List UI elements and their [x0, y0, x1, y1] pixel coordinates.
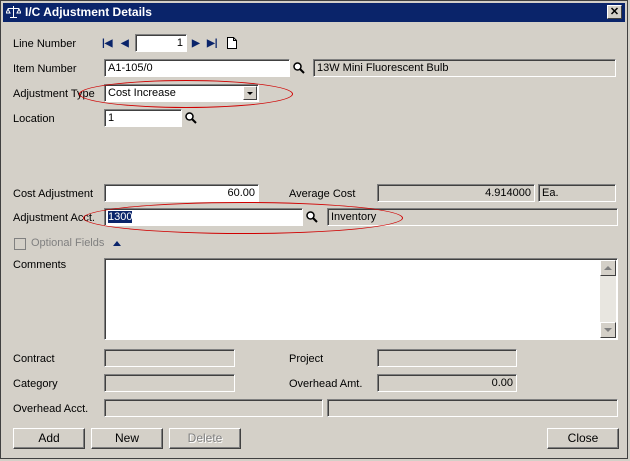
average-cost-label: Average Cost [289, 188, 356, 200]
scroll-up-button[interactable] [600, 260, 616, 276]
adjustment-acct-input[interactable]: 1300 [104, 208, 303, 226]
overhead-amt-label: Overhead Amt. [289, 378, 363, 390]
location-label: Location [13, 113, 55, 125]
chevron-up-icon[interactable] [112, 239, 122, 247]
line-number-input[interactable]: 1 [135, 34, 187, 52]
chevron-down-icon[interactable] [243, 86, 257, 100]
optional-fields-checkbox[interactable] [14, 238, 26, 250]
scales-icon [6, 6, 21, 18]
account-search-icon[interactable] [305, 210, 319, 224]
average-cost-field: 4.914000 [377, 184, 535, 202]
category-label: Category [13, 378, 58, 390]
comments-label: Comments [13, 259, 67, 271]
overhead-acct-field [104, 399, 323, 417]
scroll-down-button[interactable] [600, 322, 616, 338]
first-record-icon[interactable]: |◀ [102, 38, 113, 50]
comments-textarea[interactable] [104, 258, 618, 340]
item-number-input[interactable]: A1-105/0 [104, 59, 290, 77]
close-window-button[interactable]: ✕ [607, 5, 622, 19]
project-label: Project [289, 353, 324, 365]
adjustment-acct-label: Adjustment Acct. [13, 212, 95, 224]
new-button[interactable]: New [91, 428, 163, 449]
unit-field: Ea. [538, 184, 616, 202]
window-title: I/C Adjustment Details [25, 5, 152, 19]
line-number-label: Line Number [13, 38, 76, 50]
item-number-label: Item Number [13, 63, 77, 75]
adjustment-type-select[interactable]: Cost Increase [104, 84, 259, 102]
item-description-field: 13W Mini Fluorescent Bulb [313, 59, 616, 77]
category-field [104, 374, 235, 392]
add-button[interactable]: Add [13, 428, 85, 449]
overhead-acct-description-field [327, 399, 618, 417]
location-input[interactable]: 1 [104, 109, 182, 127]
adjustment-type-value: Cost Increase [108, 87, 176, 99]
project-field [377, 349, 517, 367]
close-button[interactable]: Close [547, 428, 619, 449]
adjustment-acct-value: 1300 [108, 211, 133, 223]
overhead-amt-field: 0.00 [377, 374, 517, 392]
adjustment-details-window: I/C Adjustment Details ✕ Line Number |◀ … [0, 0, 628, 459]
search-icon[interactable] [292, 61, 306, 75]
new-document-icon[interactable] [227, 37, 237, 49]
last-record-icon[interactable]: ▶| [207, 38, 218, 50]
overhead-acct-label: Overhead Acct. [13, 403, 89, 415]
previous-record-icon[interactable]: ◀ [121, 38, 129, 50]
delete-button[interactable]: Delete [169, 428, 241, 449]
cost-adjustment-input[interactable]: 60.00 [104, 184, 259, 202]
title-bar: I/C Adjustment Details ✕ [3, 3, 625, 22]
adjustment-type-label: Adjustment Type [13, 88, 95, 100]
contract-label: Contract [13, 353, 55, 365]
cost-adjustment-label: Cost Adjustment [13, 188, 94, 200]
optional-fields-label: Optional Fields [31, 237, 105, 249]
adjustment-acct-description-field: Inventory [327, 208, 618, 226]
comments-scrollbar[interactable] [600, 260, 616, 338]
next-record-icon[interactable]: ▶ [192, 38, 200, 50]
contract-field [104, 349, 235, 367]
location-search-icon[interactable] [184, 111, 198, 125]
